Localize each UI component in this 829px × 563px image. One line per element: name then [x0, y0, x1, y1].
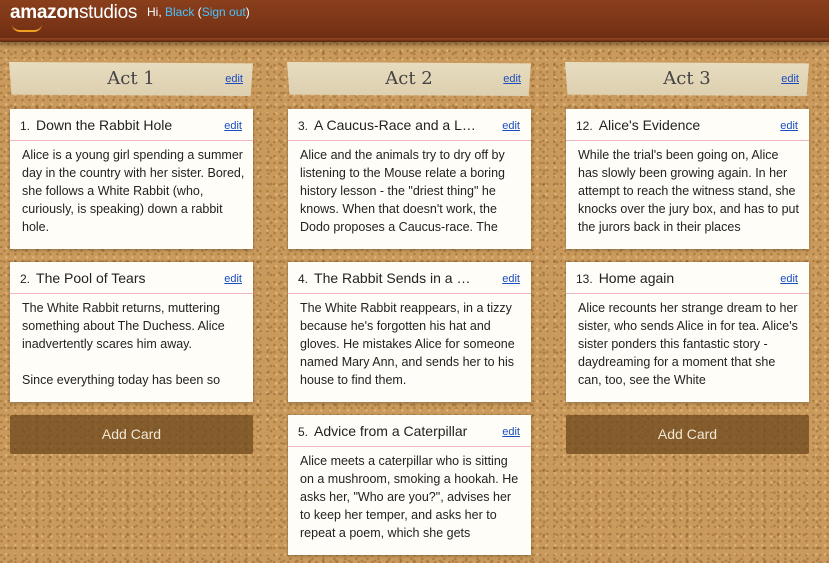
- card-title-text: The Rabbit Sends in a Littl...: [314, 270, 478, 286]
- card-edit-link[interactable]: edit: [780, 120, 798, 132]
- card-title-text: Home again: [598, 270, 675, 286]
- act-header: Act 3 edit: [565, 62, 809, 96]
- card-body: The White Rabbit reappears, in a tizzy b…: [300, 301, 515, 387]
- greeting-prefix: Hi,: [147, 5, 165, 19]
- user-name-link[interactable]: Black: [165, 5, 194, 19]
- scene-card[interactable]: 5. Advice from a Caterpillar edit Alice m…: [288, 415, 531, 555]
- add-card-button[interactable]: Add Card: [566, 415, 809, 454]
- card-number: 5.: [298, 425, 309, 439]
- add-card-button[interactable]: Add Card: [10, 415, 253, 454]
- card-edit-link[interactable]: edit: [224, 273, 242, 285]
- act-column-1: Act 1 edit 1. Down the Rabbit Hole edit A…: [9, 62, 253, 454]
- amazon-studios-logo[interactable]: amazonstudios: [10, 2, 137, 24]
- card-title-text: A Caucus-Race and a Lon...: [314, 117, 478, 133]
- scene-card[interactable]: 2. The Pool of Tears edit The White Rabbi…: [10, 262, 253, 402]
- card-title: 5. Advice from a Caterpillar: [298, 423, 478, 439]
- logo-smile-icon: [12, 24, 42, 32]
- card-title-text: Advice from a Caterpillar: [314, 423, 468, 439]
- card-header: 4. The Rabbit Sends in a Littl... edit: [288, 262, 531, 294]
- card-number: 2.: [20, 272, 31, 286]
- card-title: 4. The Rabbit Sends in a Littl...: [298, 270, 478, 286]
- act-title: Act 3: [663, 68, 711, 89]
- act-title: Act 2: [385, 68, 433, 89]
- logo-text-studios: studios: [78, 2, 138, 23]
- card-number: 12.: [576, 119, 593, 133]
- act-header: Act 1 edit: [9, 62, 253, 96]
- act-edit-link[interactable]: edit: [503, 73, 521, 85]
- paren-close: ): [245, 5, 250, 19]
- logo-text-amazon: amazon: [10, 2, 79, 23]
- card-title-text: The Pool of Tears: [36, 270, 146, 286]
- card-header: 1. Down the Rabbit Hole edit: [10, 109, 253, 141]
- act-header: Act 2 edit: [287, 62, 531, 96]
- card-title: 1. Down the Rabbit Hole: [20, 117, 200, 133]
- card-body: The White Rabbit returns, muttering some…: [22, 301, 225, 387]
- top-bar: amazonstudios Hi, Black (Sign out): [0, 0, 829, 42]
- card-edit-link[interactable]: edit: [502, 273, 520, 285]
- card-header: 13. Home again edit: [566, 262, 809, 294]
- scene-card[interactable]: 3. A Caucus-Race and a Lon... edit Alice …: [288, 109, 531, 249]
- card-title: 2. The Pool of Tears: [20, 270, 200, 286]
- scene-card[interactable]: 1. Down the Rabbit Hole edit Alice is a y…: [10, 109, 253, 249]
- card-header: 12. Alice's Evidence edit: [566, 109, 809, 141]
- card-body: Alice meets a caterpillar who is sitting…: [300, 454, 519, 540]
- card-header: 3. A Caucus-Race and a Lon... edit: [288, 109, 531, 141]
- act-edit-link[interactable]: edit: [225, 73, 243, 85]
- act-column-3: Act 3 edit 12. Alice's Evidence edit Whil…: [565, 62, 809, 454]
- card-number: 13.: [576, 272, 593, 286]
- card-edit-link[interactable]: edit: [224, 120, 242, 132]
- user-greeting: Hi, Black (Sign out): [147, 5, 250, 19]
- paren-open: (: [194, 5, 202, 19]
- act-title: Act 1: [107, 68, 155, 89]
- card-title: 3. A Caucus-Race and a Lon...: [298, 117, 478, 133]
- scene-card[interactable]: 4. The Rabbit Sends in a Littl... edit Th…: [288, 262, 531, 402]
- card-body: Alice and the animals try to dry off by …: [300, 148, 505, 234]
- card-title-text: Down the Rabbit Hole: [36, 117, 173, 133]
- card-title: 13. Home again: [576, 270, 756, 286]
- card-number: 3.: [298, 119, 309, 133]
- scene-card[interactable]: 13. Home again edit Alice recounts her st…: [566, 262, 809, 402]
- card-title-text: Alice's Evidence: [598, 117, 701, 133]
- card-number: 1.: [20, 119, 31, 133]
- act-column-2: Act 2 edit 3. A Caucus-Race and a Lon... …: [287, 62, 531, 555]
- card-edit-link[interactable]: edit: [502, 120, 520, 132]
- card-number: 4.: [298, 272, 309, 286]
- card-body: While the trial's been going on, Alice h…: [578, 148, 799, 234]
- card-edit-link[interactable]: edit: [780, 273, 798, 285]
- card-title: 12. Alice's Evidence: [576, 117, 756, 133]
- scene-card[interactable]: 12. Alice's Evidence edit While the trial…: [566, 109, 809, 249]
- card-body: Alice recounts her strange dream to her …: [578, 301, 798, 387]
- card-body: Alice is a young girl spending a summer …: [22, 148, 245, 234]
- sign-out-link[interactable]: Sign out: [202, 5, 246, 19]
- card-header: 2. The Pool of Tears edit: [10, 262, 253, 294]
- card-header: 5. Advice from a Caterpillar edit: [288, 415, 531, 447]
- card-edit-link[interactable]: edit: [502, 426, 520, 438]
- act-edit-link[interactable]: edit: [781, 73, 799, 85]
